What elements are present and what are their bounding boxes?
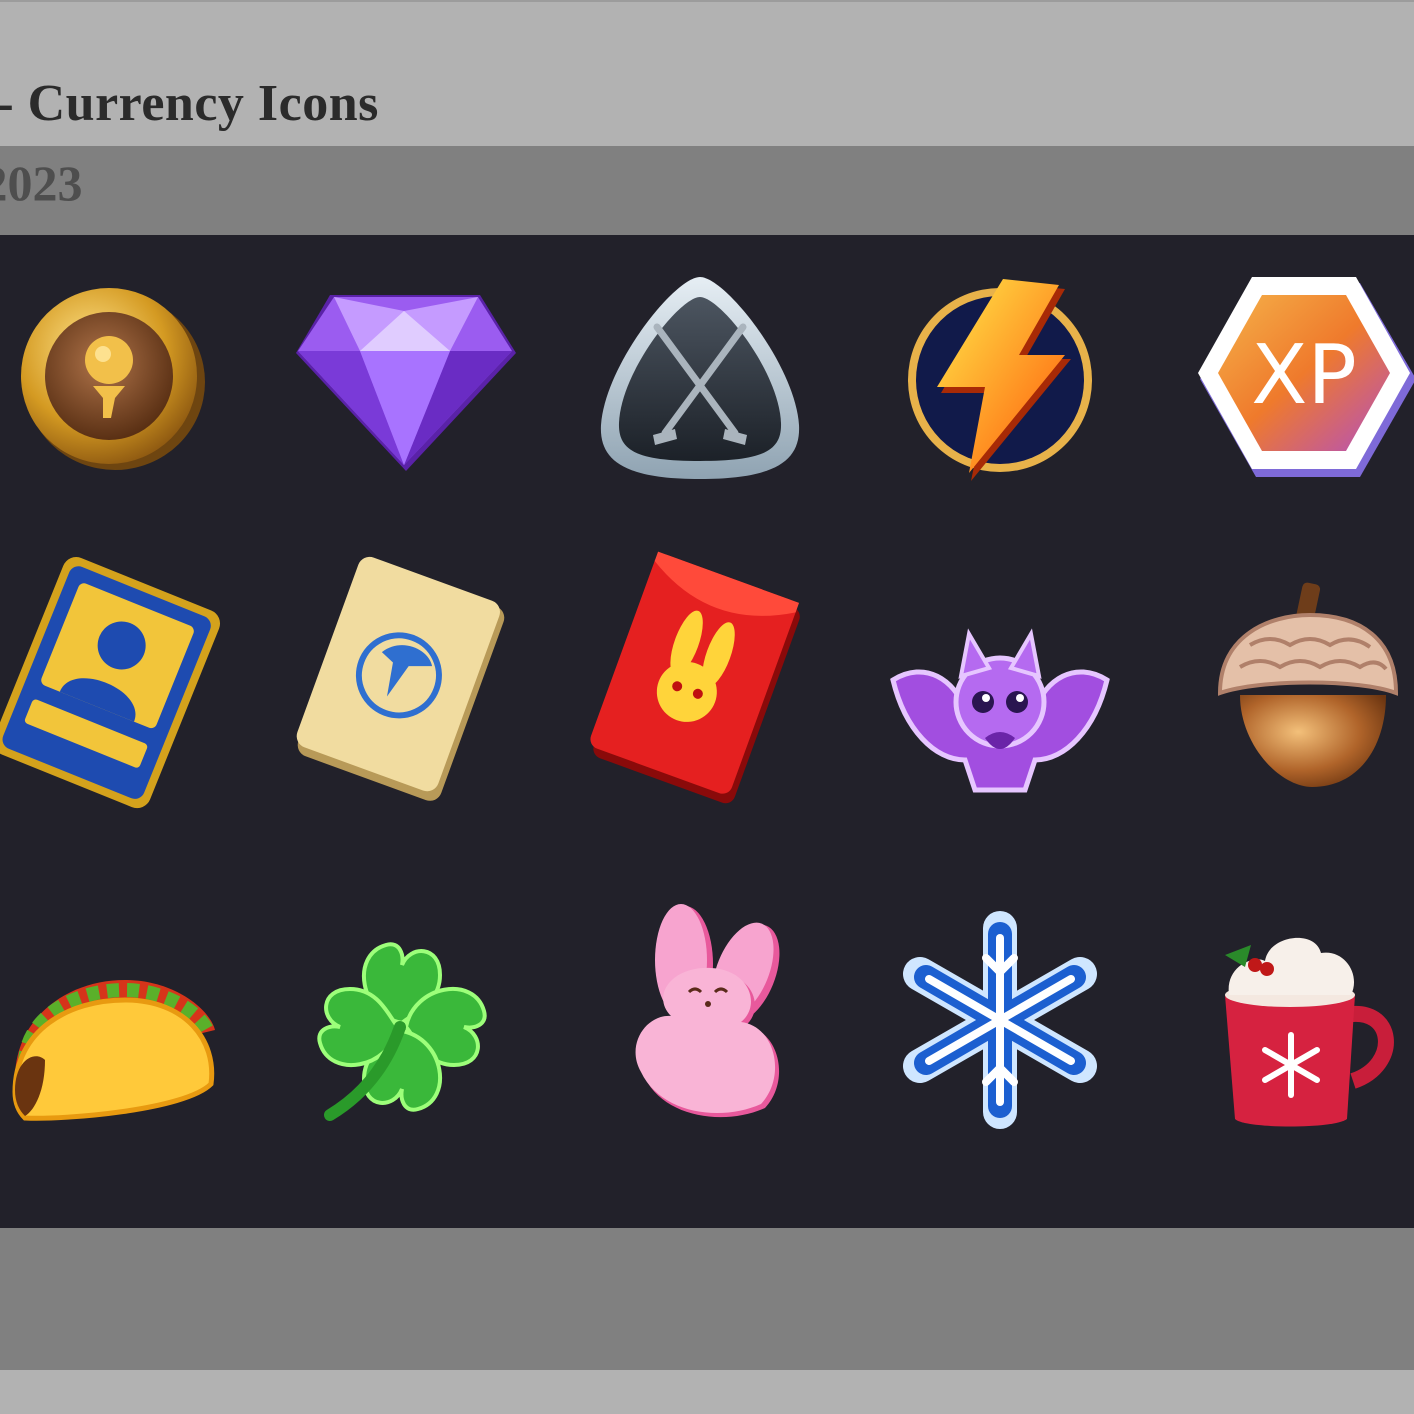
page-subtitle: oser 2023 — [0, 155, 83, 211]
bottom-band — [0, 1228, 1414, 1370]
snowflake-icon — [890, 910, 1120, 1140]
pink-bunny-icon — [600, 900, 830, 1130]
purple-gem-icon — [290, 275, 520, 505]
acorn-icon — [1200, 575, 1414, 805]
page-title: ars - Currency Icons — [0, 75, 379, 132]
crossed-golf-clubs-badge-icon — [585, 265, 815, 495]
title-band: ars - Currency Icons — [0, 0, 1414, 146]
gold-card-icon — [290, 556, 520, 801]
subtitle-band: oser 2023 — [0, 146, 1414, 235]
golf-coin-icon — [0, 280, 225, 510]
purple-bat-icon — [885, 595, 1115, 825]
xp-hexagon-icon: XP — [1190, 275, 1414, 505]
icon-panel: XP — [0, 235, 1414, 1228]
taco-icon — [5, 935, 235, 1165]
xp-label: XP — [1251, 328, 1357, 423]
footer-band — [0, 1370, 1414, 1414]
lightning-energy-icon — [885, 275, 1115, 505]
red-envelope-bunny-icon — [585, 551, 815, 804]
cocoa-mug-icon — [1195, 905, 1414, 1135]
four-leaf-clover-icon — [290, 915, 520, 1145]
player-card-icon — [0, 557, 230, 809]
